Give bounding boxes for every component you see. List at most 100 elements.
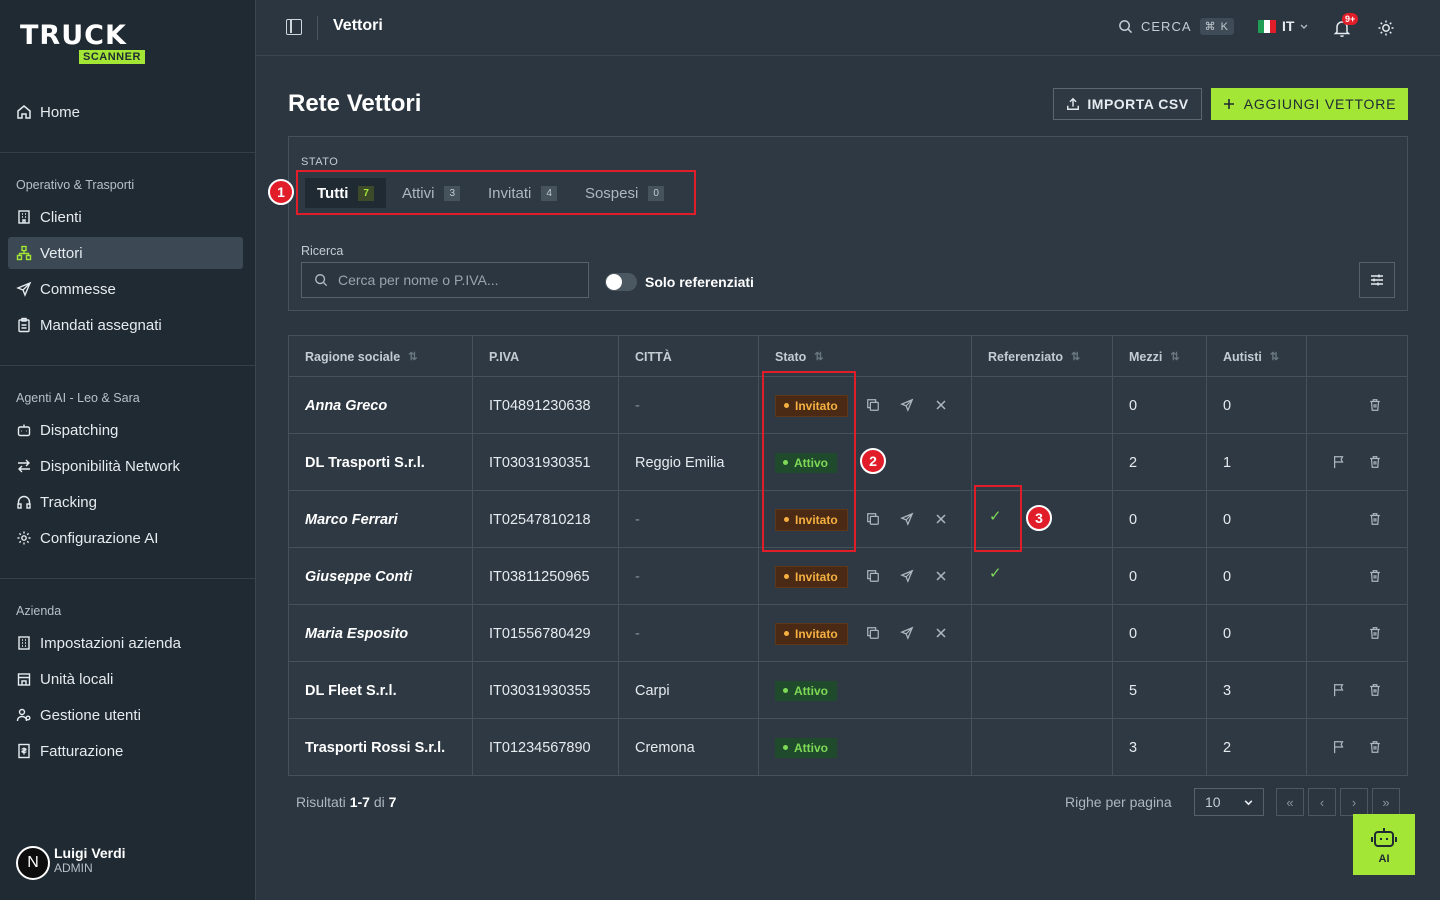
cell-ragione-sociale: Trasporti Rossi S.r.l. [289,719,473,776]
prev-page-button[interactable]: ‹ [1308,788,1336,816]
col-autisti[interactable]: Autisti ⇅ [1207,336,1307,377]
sidebar-item-tracking[interactable]: Tracking [8,486,243,518]
add-vettore-button[interactable]: AGGIUNGI VETTORE [1211,88,1408,120]
language-selector[interactable]: IT [1258,18,1309,34]
sidebar-item-vettori[interactable]: Vettori [8,237,243,269]
table-row[interactable]: Maria Esposito IT01556780429 - Invitato 0 0 [289,605,1407,662]
sidebar-item-dispatching[interactable]: Dispatching [8,414,243,446]
col-mezzi[interactable]: Mezzi ⇅ [1113,336,1207,377]
mezzi-value: 0 [1129,568,1138,585]
network-icon [16,245,32,261]
sidebar-item-configurazione-ai[interactable]: Configurazione AI [8,522,243,554]
cancel-invite-icon[interactable] [933,511,949,527]
sidebar-divider [0,152,255,153]
vettore-name[interactable]: Giuseppe Conti [305,569,412,585]
rows-per-page-select[interactable]: 10 [1194,788,1264,816]
resend-invite-icon[interactable] [899,568,915,584]
cell-autisti: 0 [1207,491,1307,548]
delete-icon[interactable] [1367,625,1383,641]
logo-subtext: SCANNER [78,49,146,65]
building-icon [16,635,32,651]
vettore-name[interactable]: Maria Esposito [305,626,408,642]
flag-icon[interactable] [1331,682,1347,698]
results-prefix: Risultati [296,794,346,810]
first-page-button[interactable]: « [1276,788,1304,816]
chevron-down-icon [1244,799,1252,805]
sidebar-item-disponibilita[interactable]: Disponibilità Network [8,450,243,482]
search-input[interactable] [338,272,578,288]
autisti-value: 0 [1223,397,1232,414]
sidebar-item-gestione-utenti[interactable]: Gestione utenti [8,699,243,731]
solo-referenziati-toggle[interactable] [605,273,637,291]
last-page-button[interactable]: » [1372,788,1400,816]
delete-icon[interactable] [1367,511,1383,527]
delete-icon[interactable] [1367,739,1383,755]
cell-piva: IT01234567890 [473,719,619,776]
col-ragione-sociale[interactable]: Ragione sociale ⇅ [289,336,473,377]
sidebar-item-home[interactable]: Home [8,96,243,128]
arrows-left-right-icon [16,458,32,474]
cancel-invite-icon[interactable] [933,568,949,584]
cell-ragione-sociale: DL Trasporti S.r.l. [289,434,473,491]
user-profile[interactable]: N Luigi Verdi ADMIN [16,840,126,880]
sidebar-item-label: Fatturazione [40,742,124,760]
sidebar-item-mandati[interactable]: Mandati assegnati [8,309,243,341]
resend-invite-icon[interactable] [899,625,915,641]
vettore-name[interactable]: DL Fleet S.r.l. [305,683,397,699]
delete-icon[interactable] [1367,397,1383,413]
add-vettore-label: AGGIUNGI VETTORE [1243,96,1397,112]
resend-invite-icon[interactable] [899,511,915,527]
delete-icon[interactable] [1367,568,1383,584]
table-row[interactable]: Trasporti Rossi S.r.l. IT01234567890 Cremo… [289,719,1407,776]
sidebar-item-unita-locali[interactable]: Unità locali [8,663,243,695]
vettore-name[interactable]: Marco Ferrari [305,512,398,528]
copy-link-icon[interactable] [865,568,881,584]
citta-value: - [635,511,640,528]
status-dot [783,688,788,693]
search-field[interactable] [301,262,589,298]
sidebar-item-fatturazione[interactable]: Fatturazione [8,735,243,767]
cell-autisti: 0 [1207,548,1307,605]
table-row[interactable]: DL Fleet S.r.l. IT03031930355 Carpi Attivo 5… [289,662,1407,719]
copy-link-icon[interactable] [865,397,881,413]
citta-value: Cremona [635,739,695,756]
vettore-name[interactable]: DL Trasporti S.r.l. [305,455,425,471]
citta-value: - [635,397,640,414]
column-settings-button[interactable] [1359,262,1395,298]
annotation-marker-2: 2 [860,448,886,474]
sun-icon[interactable] [1376,18,1396,38]
cell-mezzi: 5 [1113,662,1207,719]
cell-piva: IT02547810218 [473,491,619,548]
sidebar-item-commesse[interactable]: Commesse [8,273,243,305]
copy-link-icon[interactable] [865,511,881,527]
sidebar: TRUCK SCANNER Home Operativo & Trasporti… [0,0,256,900]
delete-icon[interactable] [1367,454,1383,470]
sidebar-item-clienti[interactable]: Clienti [8,201,243,233]
col-citta: CITTÀ [619,336,759,377]
status-badge: Attivo [775,680,837,701]
flag-icon[interactable] [1331,739,1347,755]
import-csv-button[interactable]: IMPORTA CSV [1053,88,1202,120]
sidebar-toggle-icon[interactable] [286,19,302,35]
cancel-invite-icon[interactable] [933,397,949,413]
cell-mezzi: 2 [1113,434,1207,491]
truck-scanner-logo[interactable]: TRUCK SCANNER [20,22,166,66]
table-row[interactable]: Giuseppe Conti IT03811250965 - Invitato ✓ 0 0 [289,548,1407,605]
ai-assistant-button[interactable]: AI [1353,814,1415,875]
sidebar-item-impostazioni[interactable]: Impostazioni azienda [8,627,243,659]
vettore-name[interactable]: Anna Greco [305,398,387,414]
delete-icon[interactable] [1367,682,1383,698]
col-referenziato[interactable]: Referenziato ⇅ [972,336,1113,377]
vettore-name[interactable]: Trasporti Rossi S.r.l. [305,740,445,756]
status-badge: Invitato [775,565,848,588]
autisti-value: 0 [1223,511,1232,528]
search-button[interactable]: CERCA ⌘ K [1118,18,1234,35]
column-label: Referenziato [988,349,1064,364]
copy-link-icon[interactable] [865,625,881,641]
flag-icon[interactable] [1331,454,1347,470]
resend-invite-icon[interactable] [899,397,915,413]
toggle-label: Solo referenziati [645,274,754,290]
sidebar-divider [0,365,255,366]
next-page-button[interactable]: › [1340,788,1368,816]
cancel-invite-icon[interactable] [933,625,949,641]
